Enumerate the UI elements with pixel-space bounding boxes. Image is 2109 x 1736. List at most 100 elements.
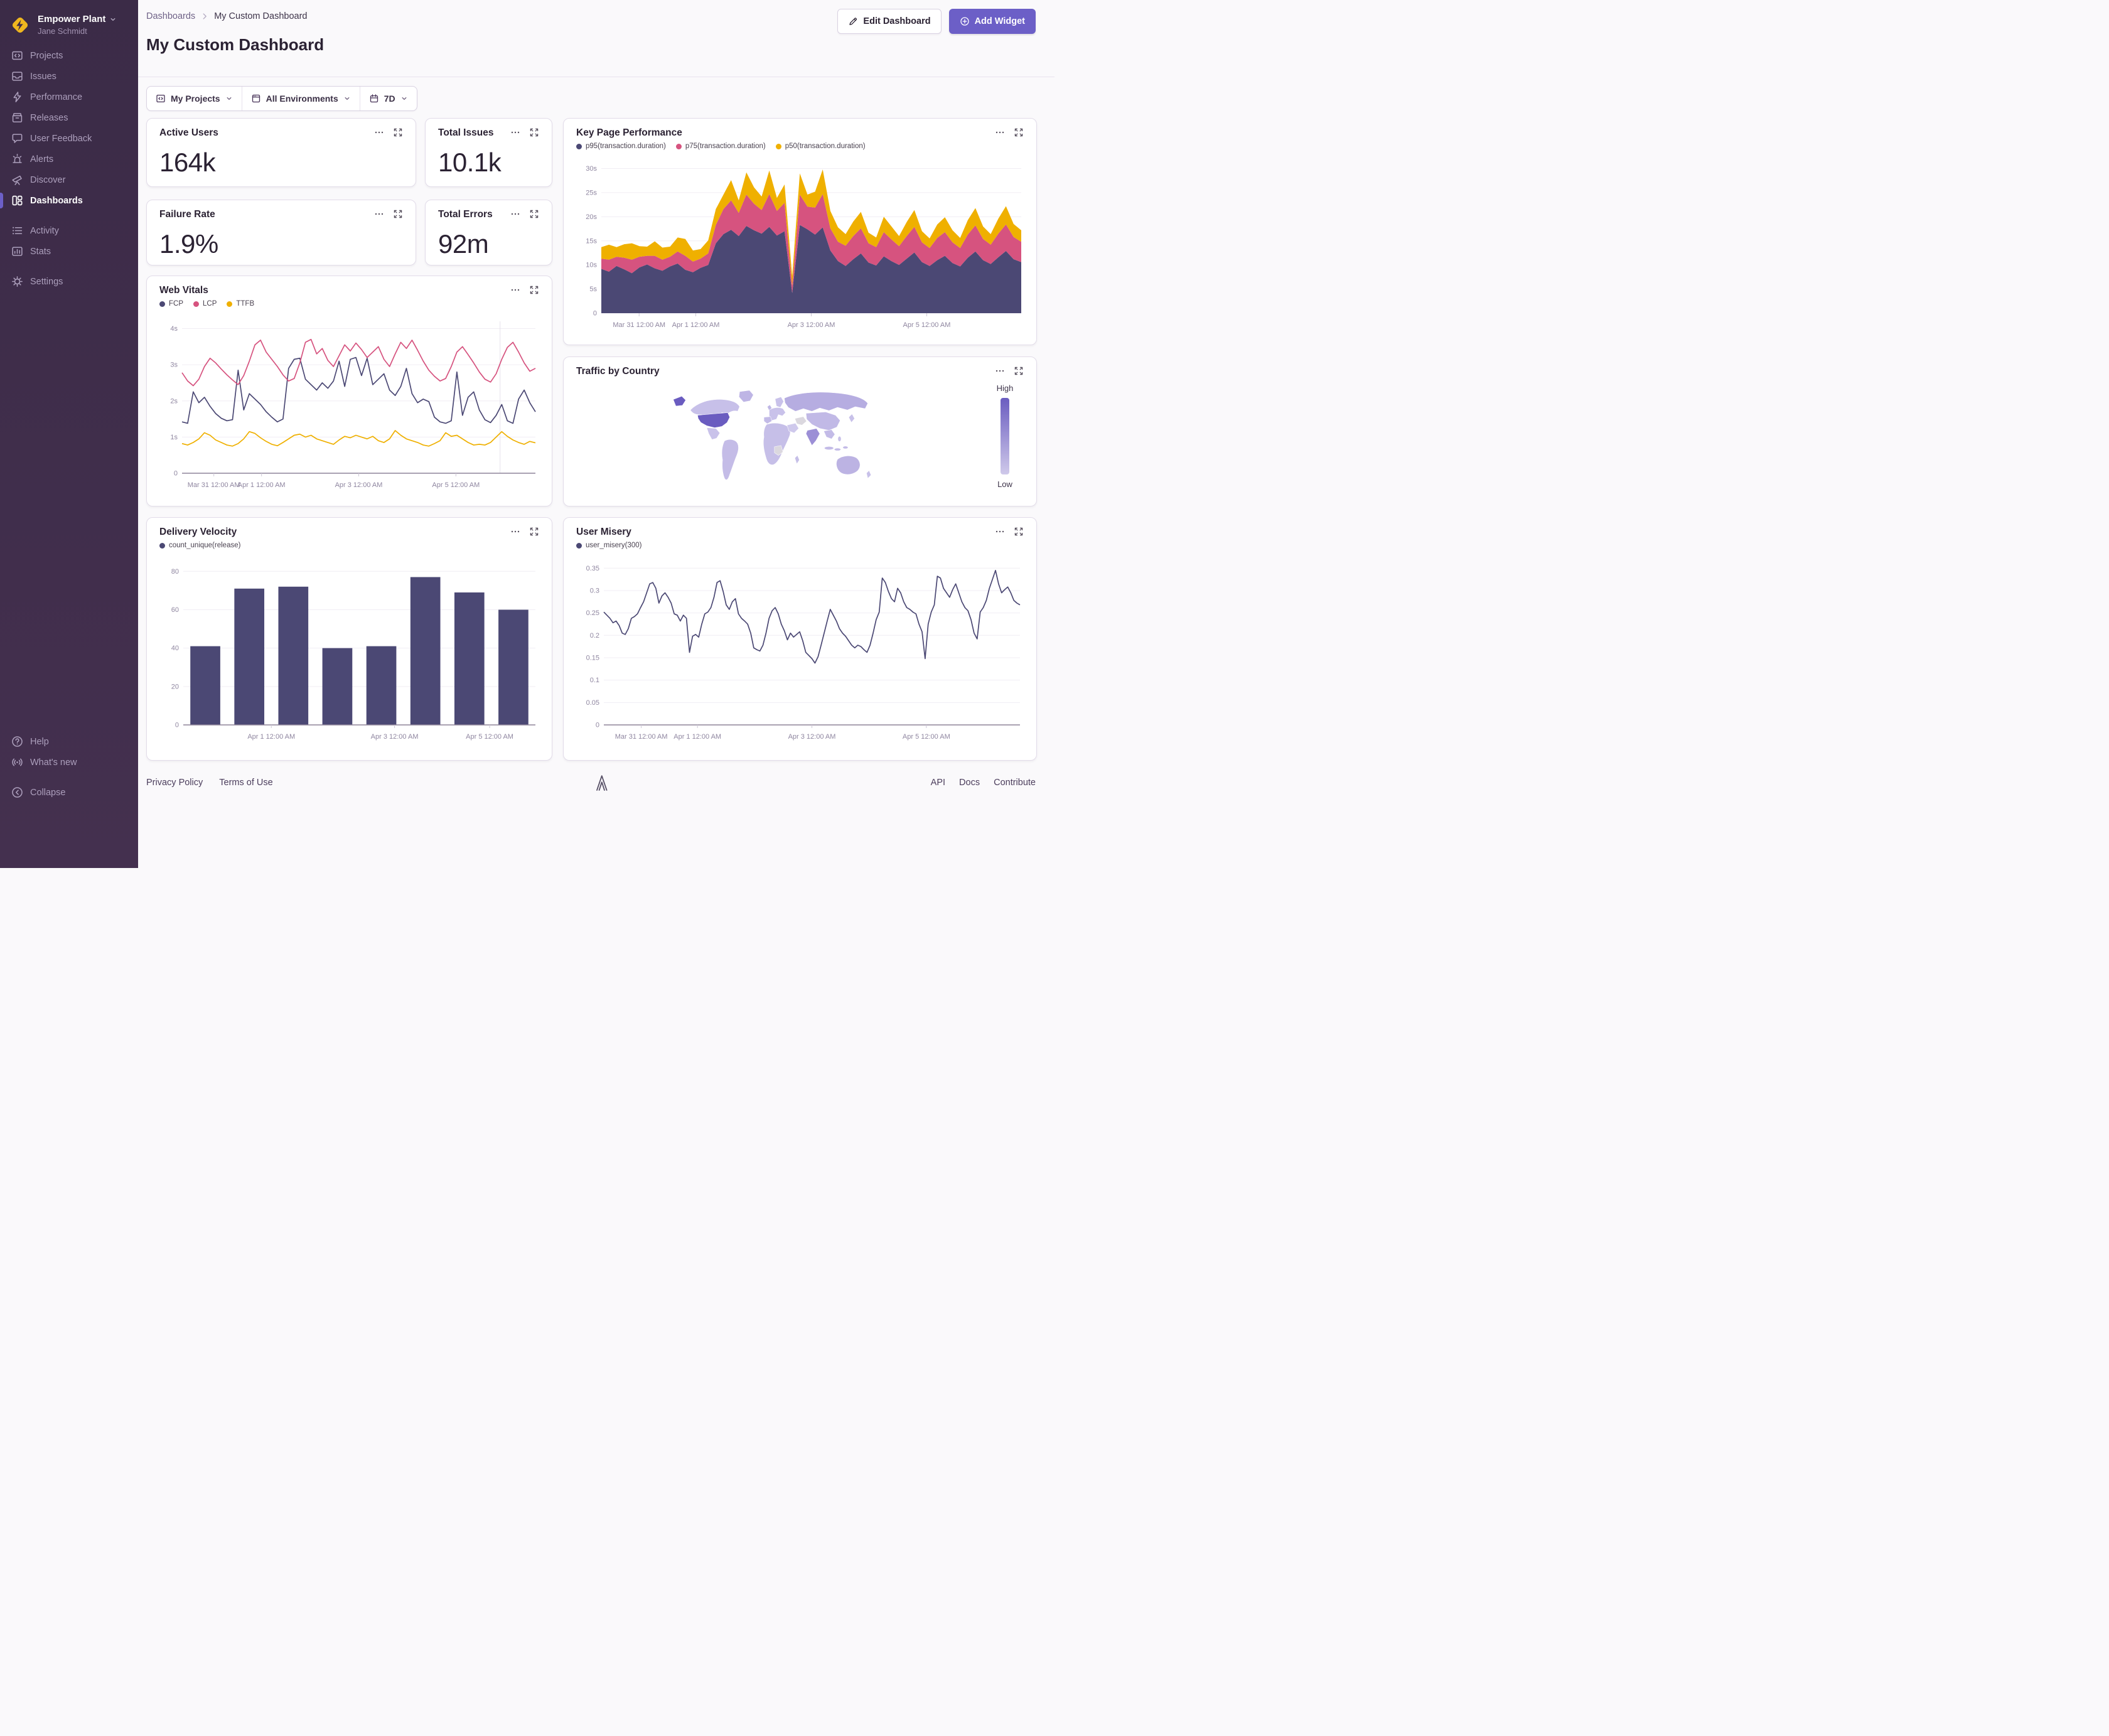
sidebar-item-projects[interactable]: Projects (0, 45, 138, 66)
expand-icon[interactable] (1014, 127, 1024, 137)
chevron-down-icon (110, 18, 115, 21)
ellipsis-icon[interactable] (510, 285, 520, 295)
sidebar-item-label: Collapse (30, 787, 66, 798)
environments-filter[interactable]: All Environments (241, 87, 360, 110)
ellipsis-icon[interactable] (510, 209, 520, 219)
projects-filter[interactable]: My Projects (147, 87, 242, 110)
page-header: Dashboards My Custom Dashboard My Custom… (138, 0, 1054, 77)
expand-icon[interactable] (1014, 527, 1024, 537)
dashboards-icon (11, 195, 23, 206)
sidebar-item-whats-new[interactable]: What's new (0, 752, 138, 773)
svg-text:Apr 1 12:00 AM: Apr 1 12:00 AM (238, 481, 286, 489)
ellipsis-icon[interactable] (995, 127, 1005, 137)
sidebar-item-label: Projects (30, 50, 63, 61)
expand-icon[interactable] (1014, 366, 1024, 376)
legend-dot (675, 143, 682, 149)
ellipsis-icon[interactable] (995, 366, 1005, 376)
releases-icon (11, 112, 23, 124)
sidebar-item-alerts[interactable]: Alerts (0, 149, 138, 169)
date-range-label: 7D (384, 94, 395, 104)
docs-link[interactable]: Docs (959, 778, 980, 788)
performance-icon (11, 91, 23, 103)
privacy-policy-link[interactable]: Privacy Policy (146, 778, 203, 788)
legend-label: LCP (203, 300, 217, 308)
expand-icon[interactable] (529, 209, 539, 219)
ellipsis-icon[interactable] (510, 527, 520, 537)
svg-text:0.15: 0.15 (586, 654, 599, 662)
expand-icon[interactable] (393, 127, 403, 137)
sidebar-item-dashboards[interactable]: Dashboards (0, 190, 138, 211)
expand-icon[interactable] (529, 127, 539, 137)
sidebar-item-discover[interactable]: Discover (0, 169, 138, 190)
web-vitals-chart: 0 1s 2s 3s 4s Mar 31 12:00 AMApr 1 12:00 AM Ap… (170, 321, 536, 489)
sidebar-item-label: Issues (30, 71, 56, 82)
legend-label: count_unique(release) (169, 542, 241, 549)
svg-text:0.1: 0.1 (590, 677, 599, 684)
legend-label: user_misery(300) (586, 542, 642, 549)
sidebar-item-issues[interactable]: Issues (0, 66, 138, 87)
svg-text:0.05: 0.05 (586, 699, 599, 707)
date-range-filter[interactable]: 7D (359, 87, 417, 110)
stat-value: 92m (438, 229, 489, 259)
stat-value: 10.1k (438, 147, 502, 177)
api-link[interactable]: API (931, 778, 945, 788)
edit-dashboard-label: Edit Dashboard (863, 16, 931, 26)
sidebar-item-label: Performance (30, 92, 83, 102)
svg-text:0: 0 (593, 310, 597, 318)
svg-text:20s: 20s (586, 213, 597, 221)
terms-of-use-link[interactable]: Terms of Use (219, 778, 272, 788)
calendar-icon (370, 94, 378, 103)
org-switcher[interactable]: Empower Plant Jane Schmidt (0, 8, 138, 45)
plus-circle-icon (960, 17, 969, 26)
sidebar-item-label: Discover (30, 174, 66, 185)
breadcrumb-dashboards-link[interactable]: Dashboards (146, 11, 195, 21)
sidebar-item-settings[interactable]: Settings (0, 271, 138, 292)
sidebar-item-stats[interactable]: Stats (0, 241, 138, 262)
chart-legend: count_unique(release) (159, 542, 539, 549)
sidebar-item-activity[interactable]: Activity (0, 220, 138, 241)
legend-dot (193, 301, 199, 307)
svg-text:Apr 5 12:00 AM: Apr 5 12:00 AM (903, 321, 951, 329)
legend-dot (576, 542, 582, 549)
expand-icon[interactable] (393, 209, 403, 219)
header-actions: Edit Dashboard Add Widget (837, 9, 1036, 34)
page-footer: Privacy Policy Terms of Use API Docs Con… (146, 773, 1036, 792)
contribute-link[interactable]: Contribute (994, 778, 1036, 788)
stat-value: 164k (159, 147, 216, 177)
ellipsis-icon[interactable] (374, 209, 384, 219)
sidebar-item-user-feedback[interactable]: User Feedback (0, 128, 138, 149)
ellipsis-icon[interactable] (995, 527, 1005, 537)
sidebar-item-releases[interactable]: Releases (0, 107, 138, 128)
svg-text:0: 0 (175, 722, 179, 729)
svg-text:2s: 2s (170, 397, 178, 405)
svg-text:Apr 5 12:00 AM: Apr 5 12:00 AM (466, 733, 513, 741)
widget-traffic-by-country: Traffic by Country High Low (563, 356, 1037, 506)
edit-dashboard-button[interactable]: Edit Dashboard (837, 9, 942, 34)
widget-grid: Active Users 164k Total Issues 10.1k Fai… (146, 118, 1037, 761)
svg-text:Apr 5 12:00 AM: Apr 5 12:00 AM (903, 733, 950, 741)
ellipsis-icon[interactable] (374, 127, 384, 137)
add-widget-button[interactable]: Add Widget (948, 9, 1036, 34)
svg-text:25s: 25s (586, 189, 597, 196)
map-legend-low: Low (997, 480, 1012, 489)
svg-text:60: 60 (171, 606, 179, 614)
map-legend: High Low (986, 378, 1024, 490)
projects-filter-label: My Projects (171, 94, 220, 104)
ellipsis-icon[interactable] (510, 127, 520, 137)
expand-icon[interactable] (529, 527, 539, 537)
world-map: High Low (576, 378, 1024, 490)
chevron-right-icon (200, 12, 209, 21)
expand-icon[interactable] (529, 285, 539, 295)
legend-label: FCP (169, 300, 183, 308)
sidebar-item-performance[interactable]: Performance (0, 87, 138, 107)
sidebar-item-help[interactable]: Help (0, 731, 138, 752)
svg-text:Mar 31 12:00 AM: Mar 31 12:00 AM (613, 321, 665, 329)
svg-text:0.35: 0.35 (586, 565, 599, 572)
chart-legend: user_misery(300) (576, 542, 1024, 549)
svg-text:10s: 10s (586, 262, 597, 269)
svg-text:0.3: 0.3 (590, 587, 599, 594)
widget-title: Failure Rate (159, 209, 215, 220)
sidebar-item-collapse[interactable]: Collapse (0, 782, 138, 803)
chevron-down-icon (345, 97, 350, 100)
sidebar-item-label: Alerts (30, 154, 54, 164)
